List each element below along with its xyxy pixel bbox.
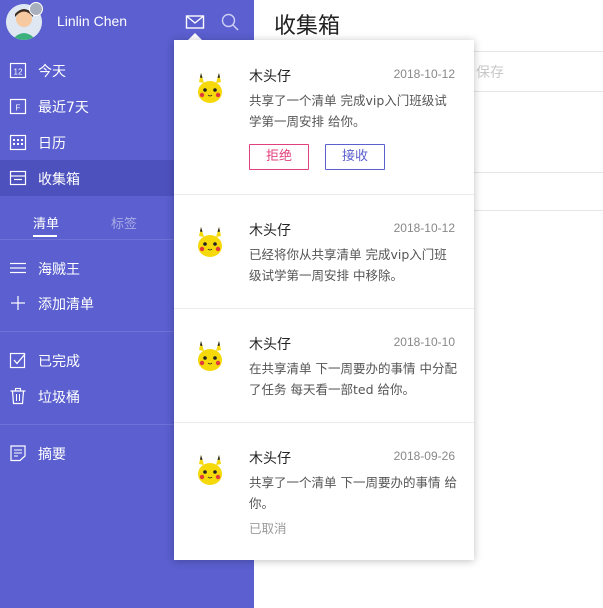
divider — [174, 422, 474, 423]
pikachu-avatar-icon — [192, 338, 228, 374]
sidebar-item-label: 海贼王 — [38, 262, 80, 278]
pikachu-avatar-icon — [192, 70, 228, 106]
divider — [474, 210, 603, 211]
accept-button[interactable]: 接收 — [325, 144, 385, 170]
user-badge-icon — [29, 2, 43, 16]
sidebar-item-label: 日历 — [38, 136, 66, 152]
divider — [474, 51, 603, 52]
calendar-grid-icon — [9, 133, 27, 151]
sidebar-item-label: 今天 — [38, 64, 66, 80]
trash-icon — [9, 387, 27, 405]
calendar-f-icon: F — [9, 97, 27, 115]
sidebar-item-label: 垃圾桶 — [38, 390, 80, 406]
notification-date: 2018-10-12 — [393, 67, 455, 81]
notification-text: 共享了一个清单 下一周要办的事情 给你。 — [249, 475, 457, 511]
plus-icon — [9, 294, 27, 312]
calendar-12-icon: 12 — [9, 61, 27, 79]
page-title: 收集箱 — [274, 14, 341, 39]
divider — [174, 194, 474, 195]
sidebar-item-label: 收集箱 — [38, 172, 80, 188]
notification-sender: 木头仔 — [249, 337, 291, 353]
notification-status: 已取消 — [249, 521, 287, 536]
divider — [474, 91, 603, 92]
add-list-label: 添加清单 — [38, 297, 94, 313]
list-icon — [9, 259, 27, 277]
svg-text:F: F — [16, 104, 21, 113]
search-icon[interactable] — [220, 12, 240, 32]
sidebar-item-label: 已完成 — [38, 354, 80, 370]
notifications-popup: 木头仔 2018-10-12 共享了一个清单 完成vip入门班级试学第一周安排 … — [174, 40, 474, 560]
notification-date: 2018-09-26 — [393, 449, 455, 463]
username[interactable]: Linlin Chen — [57, 13, 127, 29]
notification-text: 在共享清单 下一周要办的事情 中分配了任务 每天看一部ted 给你。 — [249, 361, 457, 397]
divider — [474, 172, 603, 173]
notification-text: 已经将你从共享清单 完成vip入门班级试学第一周安排 中移除。 — [249, 247, 447, 283]
notification-sender: 木头仔 — [249, 451, 291, 467]
svg-text:12: 12 — [14, 68, 23, 77]
mail-icon[interactable] — [185, 12, 205, 32]
notification-sender: 木头仔 — [249, 223, 291, 239]
notification-sender: 木头仔 — [249, 69, 291, 85]
reject-button[interactable]: 拒绝 — [249, 144, 309, 170]
tab-active-indicator — [33, 235, 57, 237]
tab-tags[interactable]: 标签 — [111, 213, 137, 232]
add-task-input-placeholder[interactable]: 保存 — [476, 62, 504, 82]
notification-date: 2018-10-12 — [393, 221, 455, 235]
sidebar-item-label: 最近7天 — [38, 100, 89, 116]
divider — [174, 308, 474, 309]
checkbox-icon — [9, 351, 27, 369]
notification-date: 2018-10-10 — [393, 335, 455, 349]
sidebar-item-label: 摘要 — [38, 447, 66, 463]
summary-icon — [9, 444, 27, 462]
tab-lists[interactable]: 清单 — [33, 213, 59, 232]
pikachu-avatar-icon — [192, 224, 228, 260]
inbox-icon — [9, 169, 27, 187]
notification-text: 共享了一个清单 完成vip入门班级试学第一周安排 给你。 — [249, 93, 447, 129]
pikachu-avatar-icon — [192, 452, 228, 488]
